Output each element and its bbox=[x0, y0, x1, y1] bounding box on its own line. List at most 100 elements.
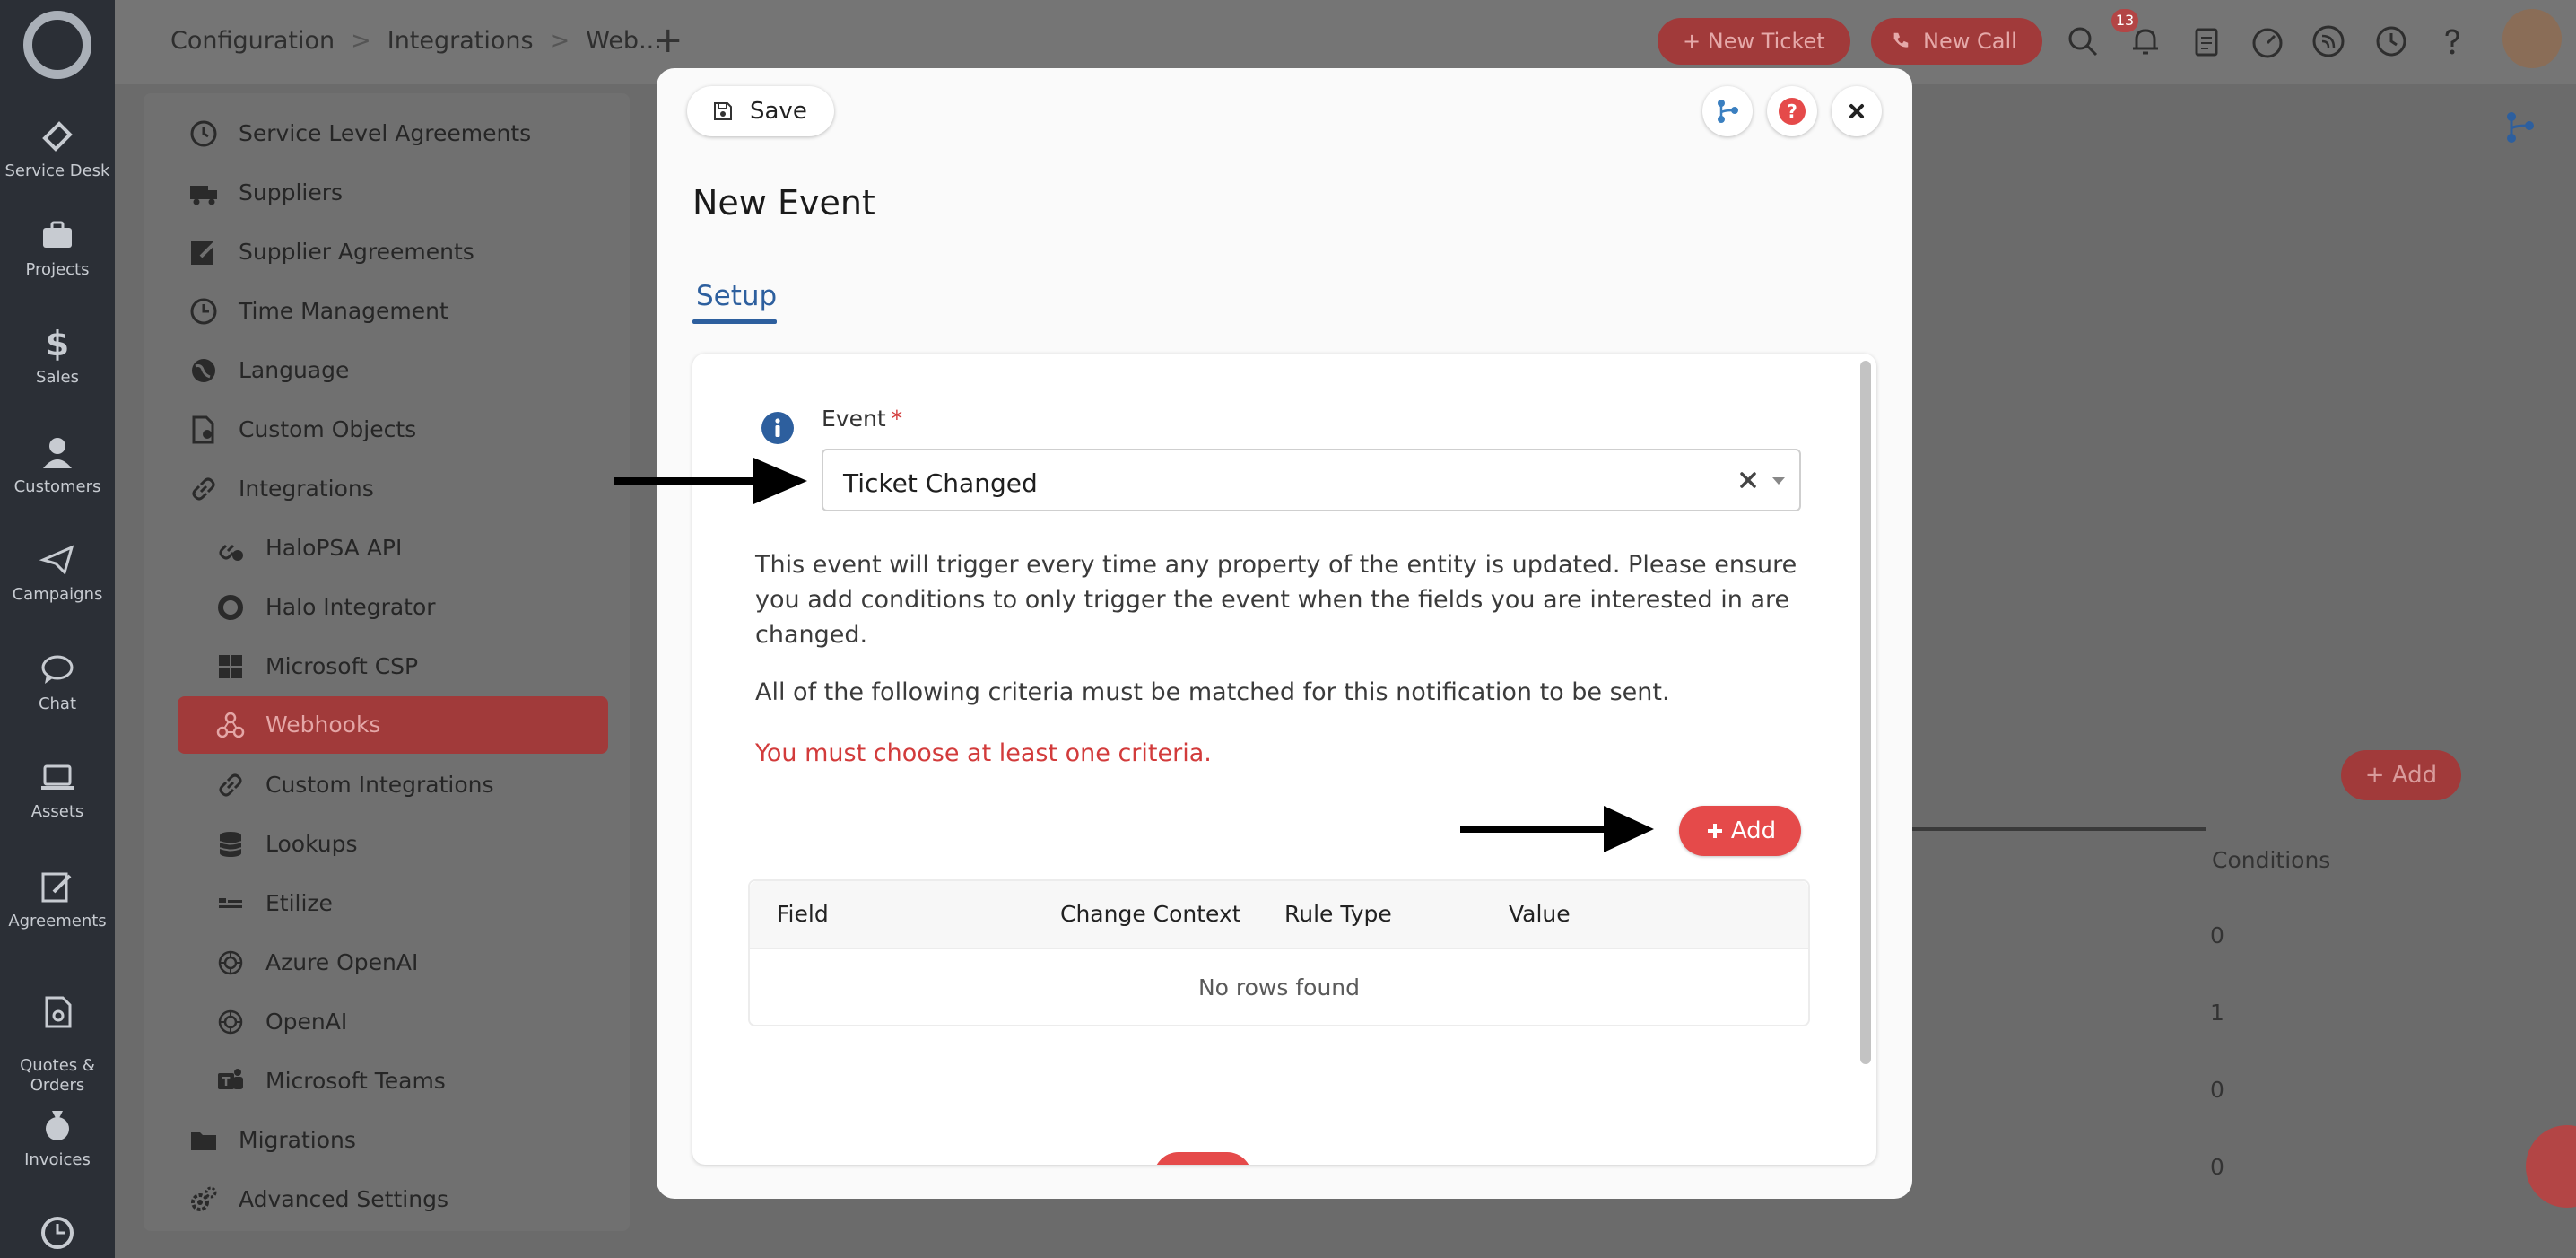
rss-icon[interactable] bbox=[2311, 23, 2346, 59]
sidebar-item-language[interactable]: Language bbox=[192, 357, 349, 383]
rail-item-campaigns[interactable]: Campaigns bbox=[0, 542, 115, 605]
rail-item-quotes-orders[interactable]: Quotes & Orders bbox=[0, 974, 115, 1095]
rail-item-assets[interactable]: Assets bbox=[0, 759, 115, 822]
criteria-table: Field Change Context Rule Type Value No … bbox=[748, 879, 1810, 1026]
conditions-cell: 0 bbox=[2210, 1154, 2224, 1180]
save-button[interactable]: Save bbox=[687, 86, 834, 136]
sidebar-item-halopsa-api[interactable]: HaloPSA API bbox=[219, 535, 402, 561]
sidebar-item-halo-integrator[interactable]: Halo Integrator bbox=[218, 594, 436, 620]
flow-icon[interactable] bbox=[2501, 108, 2540, 147]
help-button[interactable]: ? bbox=[1767, 86, 1817, 136]
breadcrumb-configuration[interactable]: Configuration bbox=[170, 27, 335, 55]
clear-icon[interactable] bbox=[1738, 470, 1758, 490]
webhook-icon bbox=[216, 712, 245, 738]
annotation-arrow-icon bbox=[1460, 806, 1654, 852]
link-icon bbox=[192, 477, 215, 501]
sidebar-item-suppliers[interactable]: Suppliers bbox=[190, 179, 343, 205]
close-icon bbox=[1849, 104, 1864, 118]
new-call-button[interactable]: New Call bbox=[1871, 18, 2042, 65]
event-select[interactable]: Ticket Changed bbox=[822, 449, 1801, 511]
truck-icon bbox=[190, 186, 217, 205]
background-add-button[interactable]: + Add bbox=[2341, 750, 2461, 800]
rail-item-sales[interactable]: $ Sales bbox=[0, 325, 115, 388]
rail-item-invoices[interactable]: Invoices bbox=[0, 1107, 115, 1170]
sidebar-item-custom-integrations[interactable]: Custom Integrations bbox=[219, 772, 494, 798]
new-ticket-button[interactable]: + New Ticket bbox=[1658, 18, 1850, 65]
sidebar-item-lookups[interactable]: Lookups bbox=[219, 831, 358, 857]
sidebar-item-microsoft-teams[interactable]: T Microsoft Teams bbox=[218, 1068, 446, 1094]
breadcrumb: Configuration > Integrations > Web... bbox=[170, 27, 662, 55]
notification-badge: 13 bbox=[2111, 9, 2138, 32]
plus-icon bbox=[1708, 824, 1722, 838]
sidebar-item-integrations[interactable]: Integrations bbox=[192, 476, 374, 502]
card-scrollbar[interactable] bbox=[1860, 361, 1871, 1064]
rail-item-agreements[interactable]: Agreements bbox=[0, 869, 115, 931]
clipboard-icon[interactable] bbox=[2189, 23, 2224, 59]
sidebar-item-azure-openai[interactable]: Azure OpenAI bbox=[218, 949, 418, 975]
column-header-value[interactable]: Value bbox=[1509, 901, 1571, 927]
phone-icon bbox=[1893, 32, 1909, 48]
column-header-field[interactable]: Field bbox=[777, 901, 829, 927]
floppy-disk-icon bbox=[714, 102, 732, 120]
sidebar-item-migrations[interactable]: Migrations bbox=[191, 1127, 356, 1153]
sidebar-item-microsoft-csp[interactable]: Microsoft CSP bbox=[219, 653, 418, 679]
partially-visible-button[interactable] bbox=[1153, 1152, 1252, 1165]
database-icon bbox=[219, 832, 242, 857]
sidebar-item-time-management[interactable]: Time Management bbox=[190, 298, 448, 325]
chat-icon bbox=[41, 655, 74, 684]
column-header-change-context[interactable]: Change Context bbox=[1060, 901, 1241, 927]
chevron-down-icon[interactable] bbox=[1771, 476, 1787, 486]
timer-icon bbox=[190, 120, 217, 147]
halo-logo-icon[interactable] bbox=[23, 11, 91, 79]
rail-item-projects[interactable]: Projects bbox=[0, 217, 115, 280]
history-icon[interactable] bbox=[2373, 23, 2409, 59]
new-event-modal: Save ? New Event Setup Event * Ticket Cha… bbox=[657, 68, 1912, 1199]
background-tab-underline bbox=[1910, 827, 2206, 831]
rail-item-chat[interactable]: Chat bbox=[0, 651, 115, 714]
svg-text:T: T bbox=[222, 1076, 231, 1089]
rail-item-customers[interactable]: Customers bbox=[0, 434, 115, 497]
search-icon[interactable] bbox=[2065, 23, 2101, 59]
windows-icon bbox=[219, 655, 242, 678]
etilize-icon bbox=[219, 898, 242, 908]
folder-icon bbox=[191, 1132, 216, 1150]
sidebar-item-etilize[interactable]: Etilize bbox=[219, 890, 333, 916]
tab-setup-underline bbox=[692, 319, 777, 324]
setup-card: Event * Ticket Changed This event will tr… bbox=[692, 354, 1876, 1165]
clock-icon bbox=[41, 1217, 74, 1249]
sidebar-item-supplier-agreements[interactable]: Supplier Agreements bbox=[191, 239, 474, 265]
paper-plane-icon bbox=[39, 545, 74, 575]
sidebar-item-webhooks[interactable]: Webhooks bbox=[178, 696, 608, 754]
new-tab-button[interactable]: + bbox=[653, 20, 683, 61]
add-criteria-button[interactable]: Add bbox=[1679, 806, 1801, 856]
rail-item-service-desk[interactable]: Service Desk bbox=[0, 118, 115, 181]
app-rail: Service Desk Projects $ Sales Customers … bbox=[0, 0, 115, 1258]
sidebar-item-custom-objects[interactable]: Custom Objects bbox=[192, 415, 416, 444]
question-circle-icon: ? bbox=[1779, 98, 1806, 125]
workflow-button[interactable] bbox=[1702, 86, 1753, 136]
column-header-rule-type[interactable]: Rule Type bbox=[1284, 901, 1392, 927]
sidebar-item-service-level-agreements[interactable]: Service Level Agreements bbox=[190, 120, 531, 147]
document-icon bbox=[45, 996, 72, 1028]
edit-icon bbox=[191, 240, 217, 265]
clock-icon bbox=[190, 298, 217, 325]
sidebar-item-advanced-settings[interactable]: Advanced Settings bbox=[191, 1186, 448, 1212]
info-icon[interactable] bbox=[761, 411, 795, 445]
modal-title: New Event bbox=[692, 183, 875, 223]
conditions-cell: 0 bbox=[2210, 922, 2224, 948]
help-icon[interactable] bbox=[2434, 23, 2470, 59]
criteria-table-header: Field Change Context Rule Type Value bbox=[750, 881, 1808, 949]
tab-setup[interactable]: Setup bbox=[696, 280, 777, 312]
breadcrumb-webhooks[interactable]: Web... bbox=[586, 27, 662, 55]
rail-item-timesheet[interactable] bbox=[0, 1215, 115, 1258]
laptop-icon bbox=[41, 764, 74, 790]
object-icon bbox=[192, 415, 214, 444]
conditions-column-header: Conditions bbox=[2212, 847, 2331, 873]
user-avatar[interactable] bbox=[2502, 9, 2562, 68]
workflow-icon bbox=[1718, 100, 1738, 123]
sidebar-item-openai[interactable]: OpenAI bbox=[218, 1009, 347, 1035]
required-asterisk: * bbox=[891, 406, 903, 432]
close-button[interactable] bbox=[1832, 86, 1882, 136]
breadcrumb-integrations[interactable]: Integrations bbox=[387, 27, 534, 55]
dashboard-icon[interactable] bbox=[2250, 23, 2285, 59]
